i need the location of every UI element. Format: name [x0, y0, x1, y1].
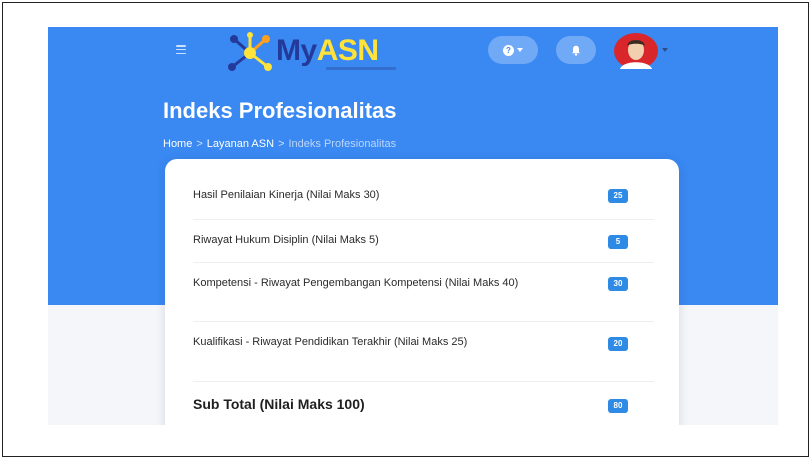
score-row-kualifikasi: Kualifikasi - Riwayat Pendidikan Terakhi…	[193, 322, 654, 382]
logo-tagline-mark	[326, 67, 396, 70]
score-label: Kompetensi - Riwayat Pengembangan Kompet…	[193, 277, 519, 289]
avatar-photo	[614, 33, 658, 69]
breadcrumb-current: Indeks Profesionalitas	[288, 138, 397, 150]
bell-icon	[572, 45, 580, 56]
breadcrumb-home[interactable]: Home	[163, 138, 192, 150]
chevron-down-icon	[517, 48, 523, 52]
chevron-down-icon[interactable]	[662, 48, 668, 52]
score-row-disiplin: Riwayat Hukum Disiplin (Nilai Maks 5) 5	[193, 220, 654, 263]
page-title: Indeks Profesionalitas	[163, 98, 397, 123]
breadcrumb-layanan-asn[interactable]: Layanan ASN	[207, 138, 274, 150]
myasn-logo[interactable]: MyASN	[224, 31, 434, 75]
app-screen: MyASN ? Indeks Profesionalitas Home > La…	[48, 27, 778, 425]
score-label: Riwayat Hukum Disiplin (Nilai Maks 5)	[193, 234, 379, 246]
screenshot-frame: MyASN ? Indeks Profesionalitas Home > La…	[2, 2, 809, 457]
subtotal-label: Sub Total (Nilai Maks 100)	[193, 396, 365, 412]
score-row-kompetensi: Kompetensi - Riwayat Pengembangan Kompet…	[193, 263, 654, 322]
score-badge: 25	[608, 189, 628, 203]
score-label: Hasil Penilaian Kinerja (Nilai Maks 30)	[193, 189, 380, 201]
score-badge: 5	[608, 235, 628, 249]
logo-wordmark: MyASN	[276, 34, 379, 67]
notifications-button[interactable]	[556, 36, 596, 64]
breadcrumb: Home > Layanan ASN > Indeks Profesionalitas	[163, 137, 396, 151]
user-avatar[interactable]	[614, 33, 658, 69]
subtotal-badge: 80	[608, 399, 628, 413]
breadcrumb-separator: >	[278, 138, 285, 150]
score-label: Kualifikasi - Riwayat Pendidikan Terakhi…	[193, 336, 468, 348]
top-navbar: MyASN ?	[48, 27, 778, 79]
score-card: Hasil Penilaian Kinerja (Nilai Maks 30) …	[165, 159, 679, 425]
hamburger-menu-icon[interactable]	[176, 45, 186, 54]
score-badge: 20	[608, 337, 628, 351]
score-badge: 30	[608, 277, 628, 291]
score-row-kinerja: Hasil Penilaian Kinerja (Nilai Maks 30) …	[193, 159, 654, 220]
help-dropdown-button[interactable]: ?	[488, 36, 538, 64]
breadcrumb-separator: >	[196, 138, 203, 150]
question-circle-icon: ?	[503, 44, 514, 56]
score-row-subtotal: Sub Total (Nilai Maks 100) 80	[193, 382, 654, 425]
logo-molecule-icon	[228, 32, 272, 71]
